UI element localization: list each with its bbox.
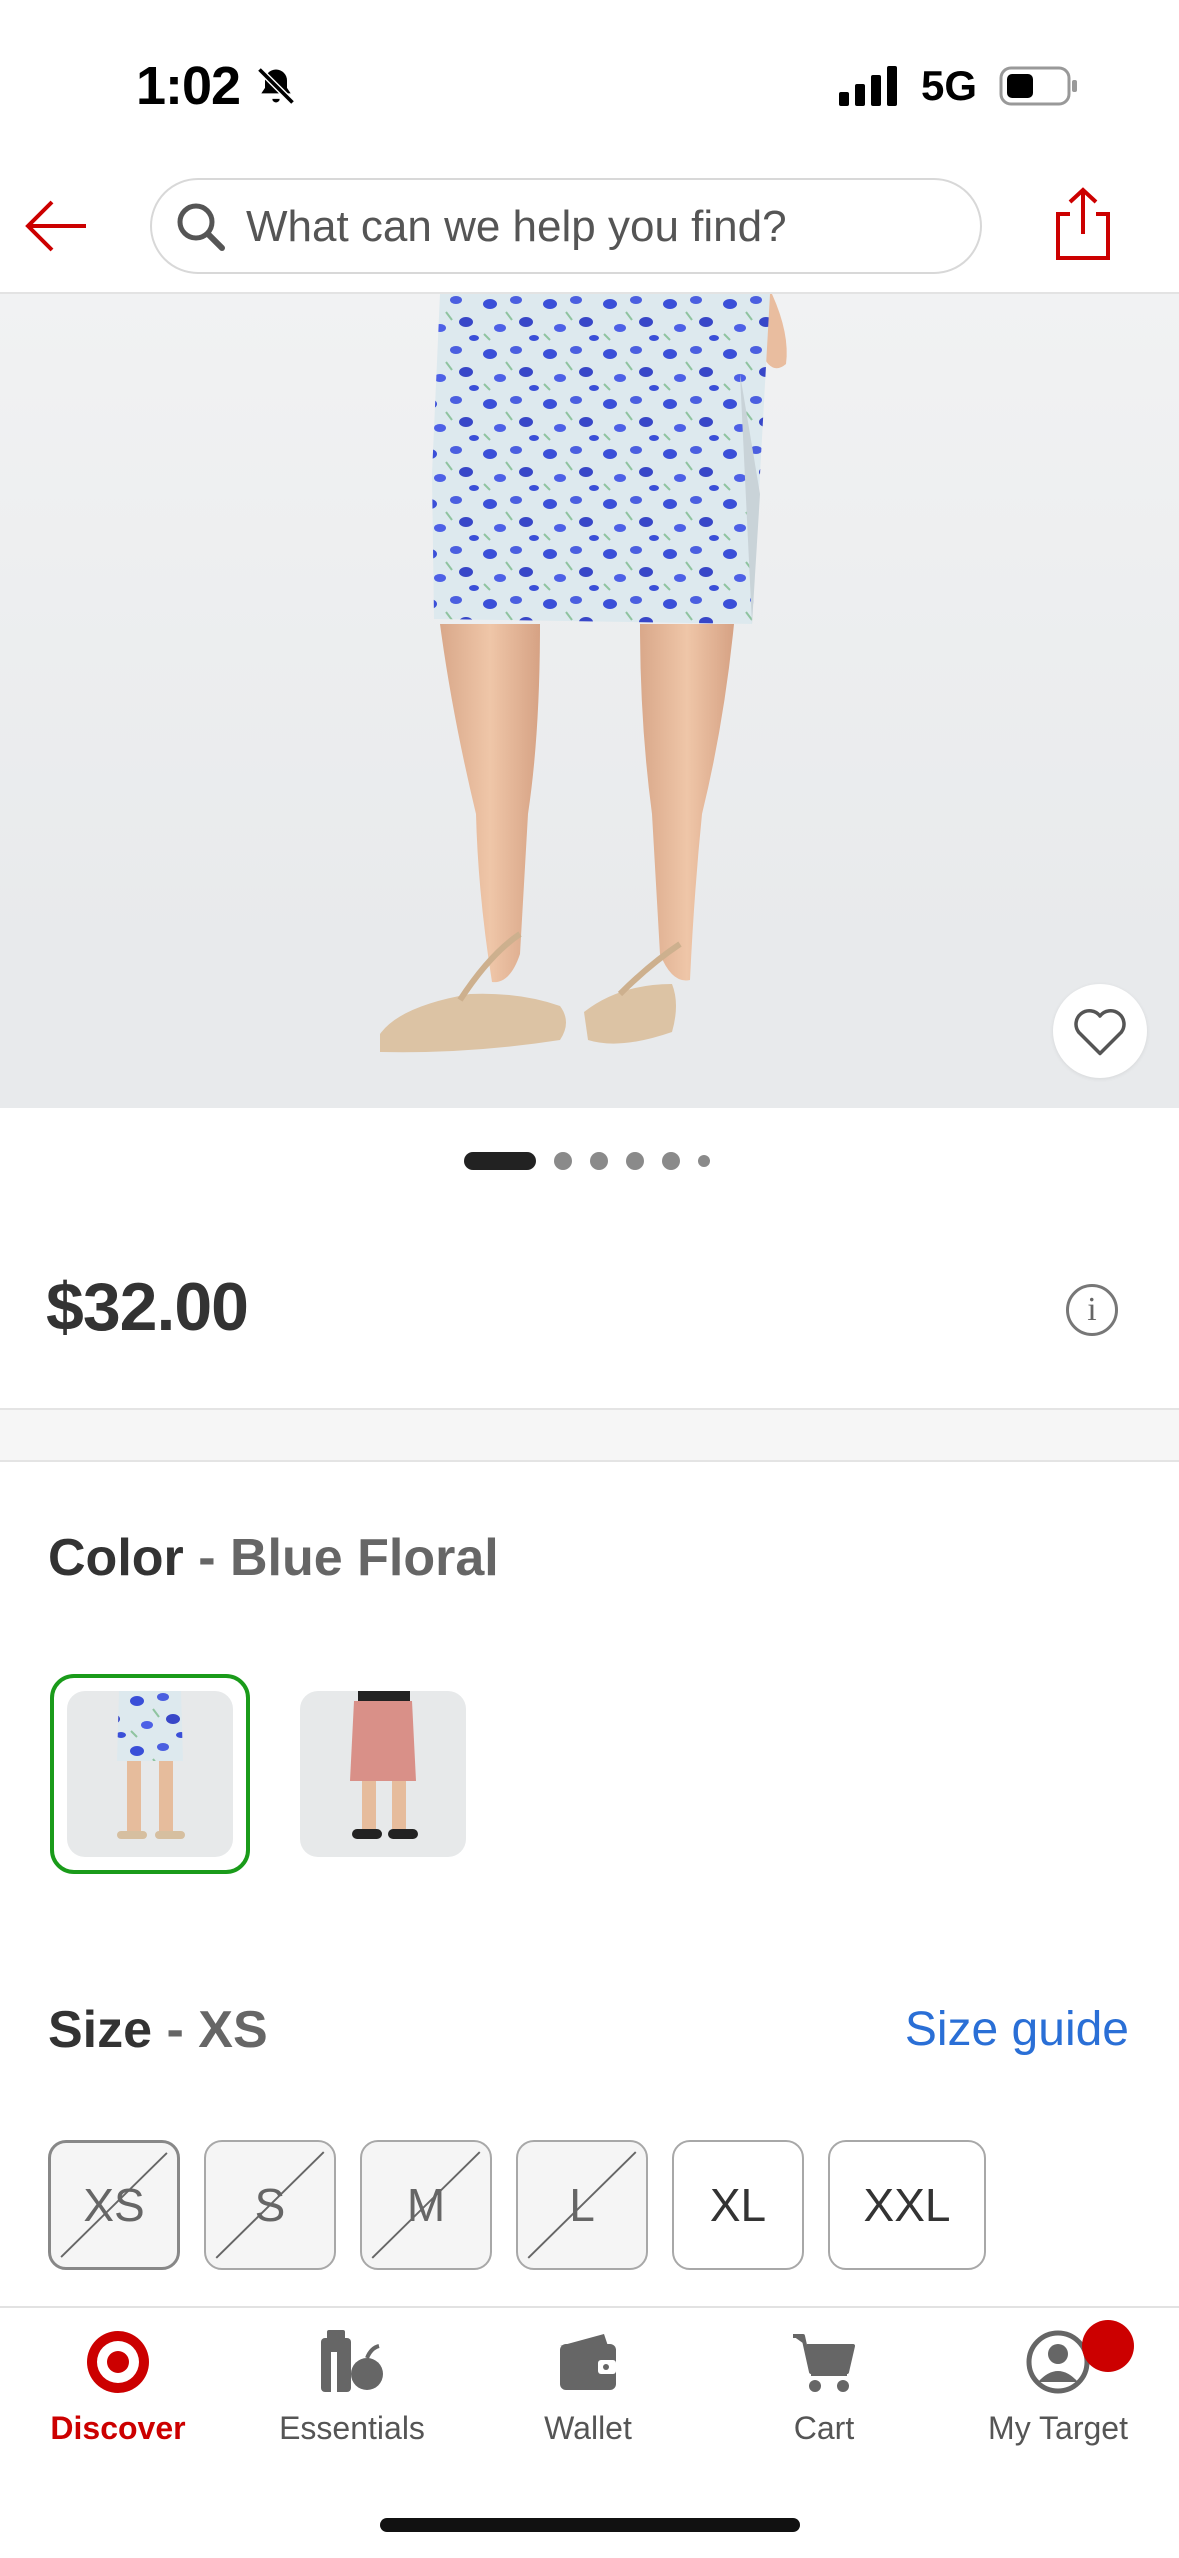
size-option-xl[interactable]: XL bbox=[672, 2140, 804, 2270]
carousel-dot[interactable] bbox=[698, 1155, 710, 1167]
share-button[interactable] bbox=[1048, 184, 1118, 264]
color-label: Color bbox=[48, 1529, 184, 1587]
back-arrow-icon bbox=[25, 200, 86, 252]
size-guide-link[interactable]: Size guide bbox=[905, 2002, 1129, 2057]
product-photo bbox=[0, 294, 1179, 1108]
status-time: 1:02 bbox=[136, 55, 298, 117]
size-option-xs[interactable]: XS bbox=[48, 2140, 180, 2270]
tab-discover[interactable]: Discover bbox=[8, 2328, 228, 2447]
search-icon bbox=[177, 203, 225, 251]
size-value: XS bbox=[198, 2001, 268, 2059]
battery-icon bbox=[999, 66, 1077, 106]
tab-wallet[interactable]: Wallet bbox=[478, 2328, 698, 2447]
notification-badge bbox=[1082, 2320, 1134, 2372]
color-swatch-blue-floral[interactable] bbox=[67, 1691, 233, 1857]
info-icon[interactable]: i bbox=[1066, 1284, 1118, 1336]
search-input[interactable] bbox=[244, 194, 948, 260]
tab-label: Wallet bbox=[544, 2410, 632, 2446]
target-logo-icon bbox=[87, 2331, 149, 2393]
tab-label: Cart bbox=[793, 2410, 855, 2446]
favorite-button[interactable] bbox=[1053, 984, 1147, 1078]
search-bar[interactable] bbox=[150, 178, 982, 274]
swatch-blue-floral-image bbox=[67, 1691, 233, 1857]
unavailable-strike bbox=[60, 2152, 168, 2258]
size-option-m[interactable]: M bbox=[360, 2140, 492, 2270]
back-button[interactable] bbox=[22, 196, 92, 256]
network-type: 5G bbox=[920, 62, 977, 109]
size-label: Size bbox=[48, 2001, 153, 2059]
wallet-icon bbox=[560, 2334, 616, 2390]
size-option-s[interactable]: S bbox=[204, 2140, 336, 2270]
carousel-dot[interactable] bbox=[626, 1152, 644, 1170]
tab-label: My Target bbox=[988, 2410, 1128, 2446]
tab-my-target[interactable]: My Target bbox=[948, 2328, 1168, 2447]
section-divider bbox=[0, 1408, 1179, 1462]
color-swatch-pink[interactable] bbox=[300, 1691, 466, 1857]
account-icon bbox=[1026, 2330, 1090, 2394]
tab-label: Essentials bbox=[279, 2410, 425, 2446]
unavailable-strike bbox=[527, 2151, 637, 2259]
color-value: Blue Floral bbox=[230, 1529, 499, 1587]
unavailable-strike bbox=[371, 2151, 481, 2259]
color-separator: - bbox=[198, 1529, 216, 1587]
home-indicator bbox=[380, 2518, 800, 2532]
color-heading: Color - Blue Floral bbox=[48, 1528, 499, 1588]
carousel-dot[interactable] bbox=[662, 1152, 680, 1170]
swatch-pink-image bbox=[300, 1691, 466, 1857]
tab-essentials[interactable]: Essentials bbox=[242, 2328, 462, 2447]
size-option-label: XXL bbox=[863, 2179, 951, 2231]
size-heading: Size - XS bbox=[48, 2000, 268, 2060]
product-image[interactable] bbox=[0, 294, 1179, 1108]
tab-label: Discover bbox=[50, 2410, 186, 2446]
size-options: XS S M L XL XXL bbox=[48, 2140, 986, 2270]
cart-icon bbox=[793, 2334, 855, 2392]
status-icons: 5G bbox=[838, 62, 1079, 110]
unavailable-strike bbox=[215, 2151, 325, 2259]
size-separator: - bbox=[166, 2001, 184, 2059]
silent-bell-icon bbox=[257, 67, 295, 105]
tab-cart[interactable]: Cart bbox=[714, 2328, 934, 2447]
carousel-dot[interactable] bbox=[590, 1152, 608, 1170]
size-option-l[interactable]: L bbox=[516, 2140, 648, 2270]
carousel-indicator[interactable] bbox=[464, 1152, 710, 1170]
heart-icon bbox=[1074, 1009, 1126, 1056]
size-option-label: XL bbox=[709, 2179, 767, 2231]
product-price: $32.00 bbox=[46, 1269, 249, 1345]
size-option-xxl[interactable]: XXL bbox=[828, 2140, 986, 2270]
carousel-dot[interactable] bbox=[554, 1152, 572, 1170]
share-icon bbox=[1056, 187, 1110, 260]
carousel-dot-active[interactable] bbox=[464, 1152, 536, 1170]
signal-icon bbox=[838, 66, 897, 106]
essentials-icon bbox=[321, 2330, 383, 2392]
